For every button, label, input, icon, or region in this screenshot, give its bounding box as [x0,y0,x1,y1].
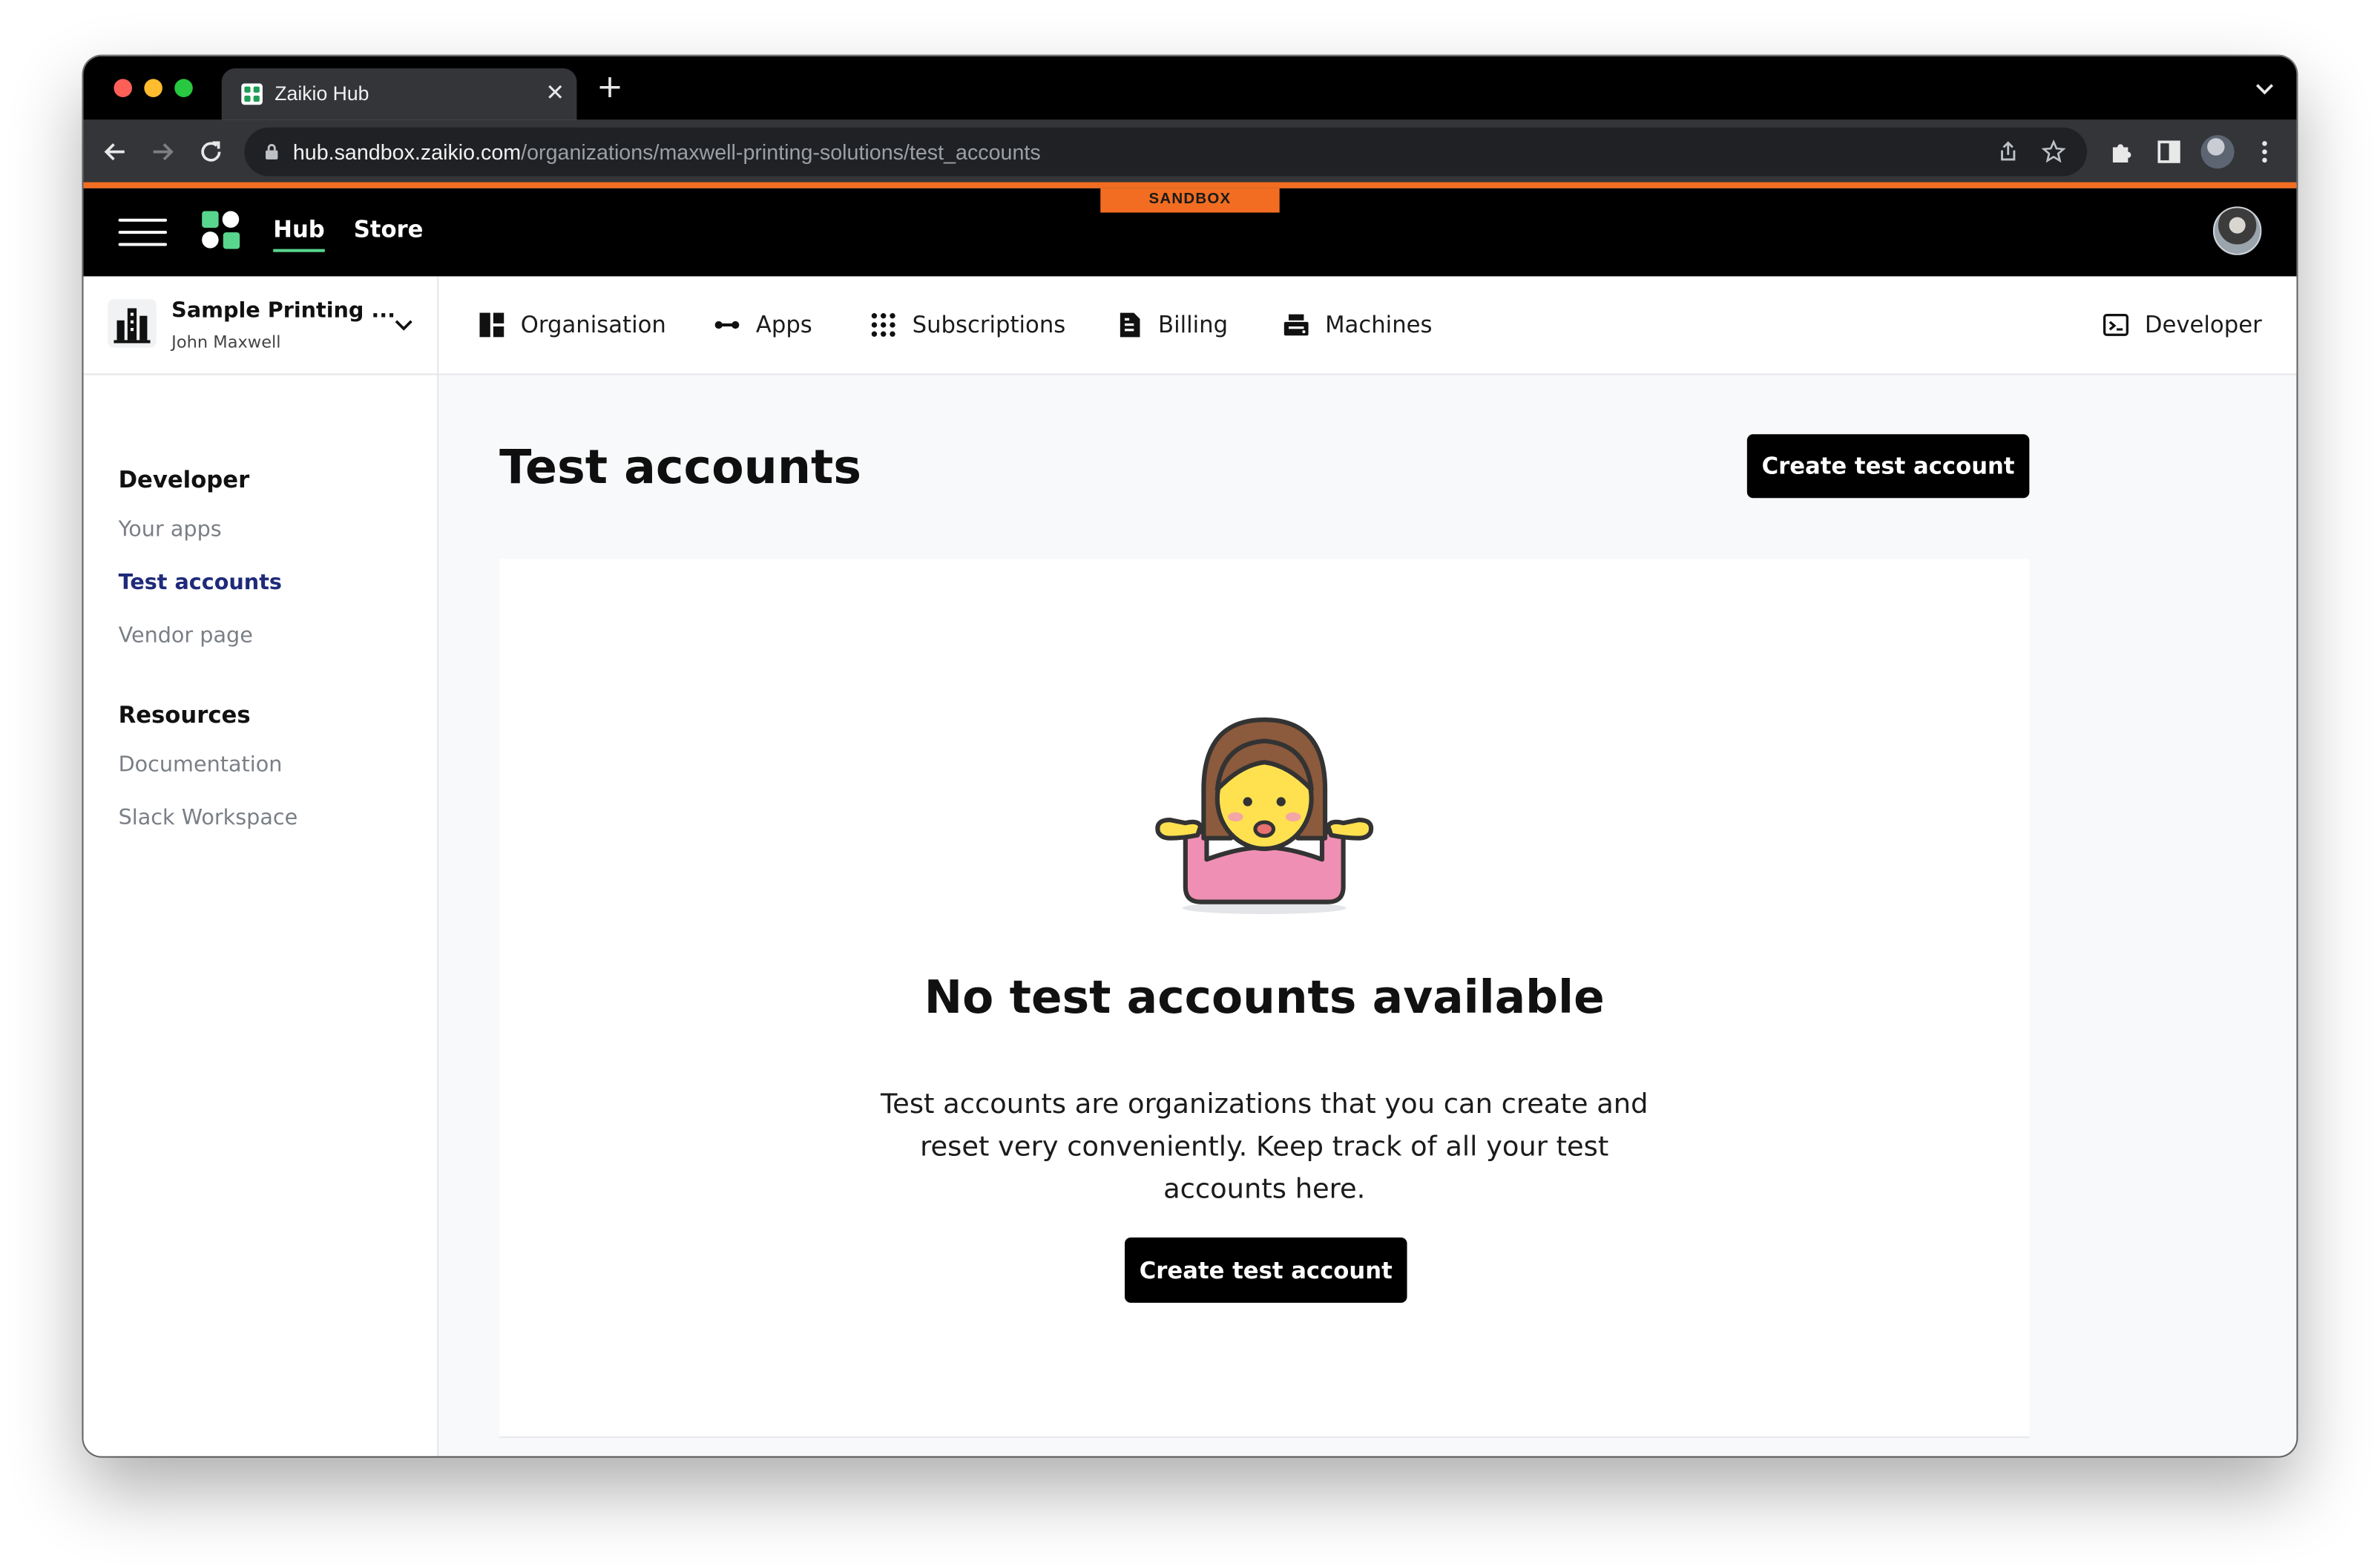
tab-close-icon[interactable]: ✕ [545,79,565,106]
dashboard-icon [479,312,504,338]
empty-state-description: Test accounts are organizations that you… [880,1088,1648,1206]
section-nav-organisation[interactable]: Organisation [478,306,666,343]
url-host: hub.sandbox.zaikio.com [292,139,522,165]
chevron-down-icon [395,320,412,331]
user-avatar[interactable] [2212,206,2262,255]
sidebar: Developer Your apps Test accounts Vendor… [83,375,439,1456]
window-minimize-button[interactable] [144,79,162,97]
address-bar[interactable]: hub.sandbox.zaikio.com/organizations/max… [244,127,2088,177]
window-close-button[interactable] [114,79,132,97]
section-nav-apps[interactable]: Apps [714,306,812,343]
browser-profile-avatar[interactable] [2200,135,2235,169]
create-test-account-button[interactable]: Create test account [1746,434,2030,499]
section-nav-developer[interactable]: Developer [2103,306,2262,343]
window-zoom-button[interactable] [174,79,193,97]
tab-search-chevron-icon[interactable] [2254,77,2275,99]
section-nav-label: Machines [1325,311,1433,339]
empty-state-card: No test accounts available Test accounts… [499,559,2030,1439]
url-text: hub.sandbox.zaikio.com/organizations/max… [293,139,1041,164]
app-header: SANDBOX Hub Store [83,188,2297,277]
sidebar-item-vendor-page[interactable]: Vendor page [119,624,253,648]
empty-state-title: No test accounts available [924,971,1605,1025]
sidebar-item-your-apps[interactable]: Your apps [119,518,222,542]
section-nav-label: Apps [755,311,812,339]
extensions-puzzle-icon[interactable] [2108,138,2136,165]
browser-window: Zaikio Hub ✕ + hub.sandbox.zaikio.com/or… [83,56,2297,1456]
section-nav-label: Organisation [520,311,666,339]
browser-toolbar: hub.sandbox.zaikio.com/organizations/max… [83,119,2297,184]
grid-dots-icon [871,312,895,337]
woman-shrugging-icon [1155,717,1374,914]
sidebar-heading-resources: Resources [118,701,251,729]
reload-icon[interactable] [196,137,226,167]
sandbox-accent-line [83,182,2297,188]
invoice-icon [1120,312,1140,338]
tab-title: Zaikio Hub [275,82,369,105]
sidebar-item-slack-workspace[interactable]: Slack Workspace [119,807,298,831]
organization-switcher[interactable]: Sample Printing ... John Maxwell [84,276,439,374]
browser-tab-strip: Zaikio Hub ✕ + [83,56,2297,120]
menu-hamburger-icon[interactable] [118,216,168,249]
environment-badge: SANDBOX [1100,188,1280,213]
section-nav-machines[interactable]: Machines [1283,306,1433,343]
section-nav-billing[interactable]: Billing [1116,306,1228,343]
share-icon[interactable] [1996,139,2020,164]
user-name: John Maxwell [171,332,281,352]
side-panel-icon[interactable] [2155,138,2183,165]
apps-connector-icon [714,321,740,329]
url-path: /organizations/maxwell-printing-solution… [521,139,1041,165]
more-vertical-icon[interactable] [2251,138,2278,165]
browser-tab[interactable]: Zaikio Hub ✕ [221,68,577,120]
nav-store[interactable]: Store [354,216,424,243]
zaikio-favicon-icon [241,83,263,105]
zaikio-logo-icon[interactable] [202,211,240,249]
empty-state-create-test-account-button[interactable]: Create test account [1125,1237,1407,1303]
organization-building-icon [108,299,157,348]
bookmark-star-icon[interactable] [2041,139,2066,164]
section-nav-label: Billing [1158,311,1229,339]
sidebar-heading-developer: Developer [118,466,250,494]
lock-icon [266,144,278,160]
forward-arrow-icon[interactable] [147,137,177,167]
new-tab-button[interactable]: + [596,70,623,103]
sidebar-item-documentation[interactable]: Documentation [119,753,283,778]
printer-machine-icon [1283,314,1309,336]
back-arrow-icon[interactable] [100,137,131,167]
section-navbar: Sample Printing ... John Maxwell Organis… [83,276,2297,375]
organization-name: Sample Printing ... [171,299,396,323]
page-title: Test accounts [499,440,862,496]
section-nav-subscriptions[interactable]: Subscriptions [870,306,1065,343]
section-nav-label: Subscriptions [912,311,1066,339]
section-nav-label: Developer [2144,311,2262,339]
sidebar-item-test-accounts[interactable]: Test accounts [119,571,282,595]
nav-hub[interactable]: Hub [273,216,325,252]
terminal-icon [2103,314,2128,336]
